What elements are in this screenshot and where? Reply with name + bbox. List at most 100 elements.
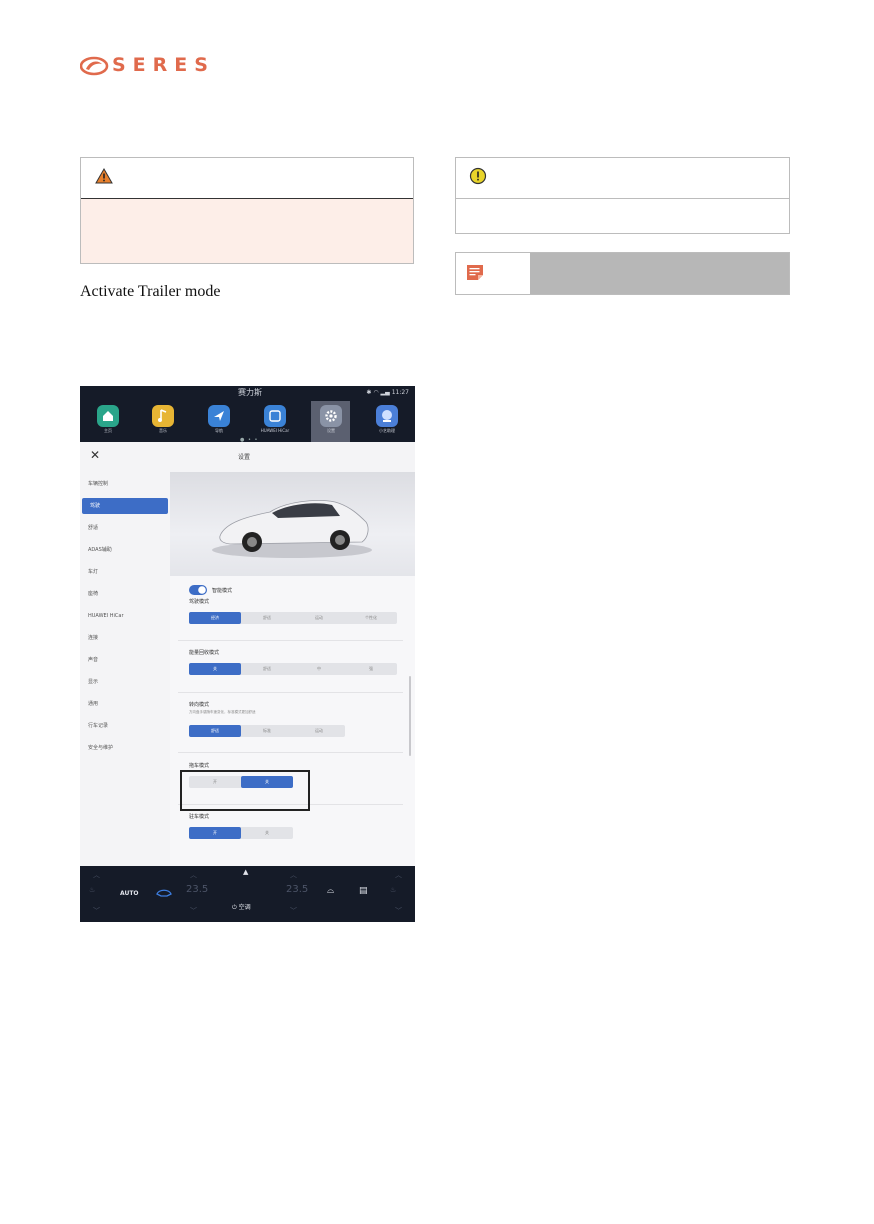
regen-mode-option[interactable]: 强	[345, 663, 397, 675]
regen-mode-label: 能量回收模式	[189, 650, 220, 656]
steering-mode-option[interactable]: 舒适	[189, 725, 241, 737]
car-illustration	[212, 500, 372, 558]
section-heading: Activate Trailer mode	[80, 283, 221, 300]
power-icon: ⏻	[232, 904, 237, 911]
drive-mode-option[interactable]: 个性化	[345, 612, 397, 624]
regen-mode-segmented: 关 舒适 中 强	[189, 663, 397, 675]
chevron-up-icon[interactable]: ︿	[290, 870, 297, 880]
chevron-down-icon[interactable]: ﹀	[93, 906, 100, 916]
toggle-label: 智能模式	[212, 588, 233, 594]
hold-mode-label: 驻车模式	[189, 814, 210, 820]
scrollbar[interactable]	[409, 676, 411, 756]
assistant-icon[interactable]	[376, 405, 398, 427]
hicar-icon[interactable]	[264, 405, 286, 427]
hold-mode-segmented: 开 关	[189, 827, 293, 839]
note-box	[455, 252, 790, 295]
sidebar-item[interactable]: 车灯	[80, 564, 168, 580]
sidebar-item[interactable]: 舒适	[80, 520, 168, 536]
settings-icon[interactable]	[320, 405, 342, 427]
hold-mode-option[interactable]: 关	[241, 827, 293, 839]
chevron-down-icon[interactable]: ﹀	[395, 906, 402, 916]
app-label-music: 音乐	[159, 428, 167, 433]
sidebar-item[interactable]: HUAWEI HiCar	[80, 608, 168, 624]
signal-icon: ▂▄	[380, 389, 390, 396]
temperature-left[interactable]: 23.5	[186, 884, 208, 895]
steering-mode-option[interactable]: 运动	[293, 725, 345, 737]
sidebar-item[interactable]: 行车记录	[80, 718, 168, 734]
sidebar-item[interactable]: 座椅	[80, 586, 168, 602]
caution-box	[455, 157, 790, 234]
chevron-up-icon[interactable]: ︿	[190, 870, 197, 880]
app-label-settings: 设置	[327, 428, 335, 433]
regen-mode-option[interactable]: 舒适	[241, 663, 293, 675]
seres-wordmark: SERES	[112, 54, 215, 76]
status-logo: 赛力斯	[238, 388, 262, 397]
drive-mode-option[interactable]: 运动	[293, 612, 345, 624]
sidebar-item-selected[interactable]: 驾驶	[82, 498, 168, 514]
app-label-hicar: HUAWEI HiCar	[260, 428, 290, 433]
regen-mode-option[interactable]: 中	[293, 663, 345, 675]
seat-heat-right-icon[interactable]: ♨	[390, 886, 396, 894]
sidebar-item[interactable]: ADAS辅助	[80, 542, 168, 558]
status-icons: ✱ ◠ ▂▄ 11:27	[366, 389, 409, 396]
bluetooth-icon: ✱	[366, 389, 372, 396]
trailer-mode-highlight-box	[180, 770, 310, 811]
regen-mode-option[interactable]: 关	[189, 663, 241, 675]
chevron-down-icon[interactable]: ﹀	[190, 906, 197, 916]
warning-box	[80, 157, 414, 264]
trailer-mode-label: 拖车模式	[189, 763, 210, 769]
vehicle-image	[170, 472, 415, 576]
chevron-up-icon[interactable]: ︿	[93, 870, 100, 880]
sidebar-item[interactable]: 通用	[80, 696, 168, 712]
drive-mode-option[interactable]: 舒适	[241, 612, 293, 624]
navigation-icon[interactable]	[208, 405, 230, 427]
steering-mode-option[interactable]: 标准	[241, 725, 293, 737]
sidebar-item[interactable]: 声音	[80, 652, 168, 668]
auto-label[interactable]: AUTO	[120, 890, 139, 897]
seat-heat-icon[interactable]: ♨	[89, 886, 95, 894]
drive-mode-segmented: 经济 舒适 运动 个性化	[189, 612, 397, 624]
close-icon[interactable]: ✕	[90, 448, 100, 462]
warning-box-body	[81, 199, 413, 263]
drive-mode-option[interactable]: 经济	[189, 612, 241, 624]
warning-triangle-icon	[95, 167, 113, 184]
music-icon[interactable]	[152, 405, 174, 427]
divider	[178, 692, 403, 693]
settings-title: 设置	[238, 454, 251, 461]
sidebar-item[interactable]: 车辆控制	[80, 476, 168, 492]
ac-label: 空调	[238, 904, 251, 911]
home-icon[interactable]	[97, 405, 119, 427]
caution-box-header	[456, 158, 789, 199]
ac-button[interactable]: ⏻ 空调	[232, 902, 251, 912]
note-icon	[467, 265, 483, 280]
caret-up-icon[interactable]: ▲	[243, 868, 248, 876]
climate-bar: ︿ ﹀ ♨ AUTO ︿ 23.5 ﹀ ▲ ⏻ 空调 ︿ 23.5 ﹀ ⌓ ▤ …	[80, 866, 415, 922]
note-box-header-bar	[530, 253, 789, 294]
temperature-right[interactable]: 23.5	[286, 884, 308, 895]
recirculation-icon[interactable]	[155, 888, 173, 898]
exclamation-circle-icon	[469, 167, 487, 185]
seres-logo: SERES	[80, 54, 246, 76]
settings-header: ✕ 设置	[80, 442, 415, 473]
toggle-switch[interactable]	[189, 585, 207, 595]
divider	[178, 640, 403, 641]
hold-mode-option[interactable]: 开	[189, 827, 241, 839]
sidebar-item[interactable]: 显示	[80, 674, 168, 690]
chevron-up-icon[interactable]: ︿	[395, 870, 402, 880]
divider	[178, 752, 403, 753]
app-label-navigation: 导航	[215, 428, 223, 433]
app-launcher-bar: 赛力斯 ✱ ◠ ▂▄ 11:27 主页 音乐 导航 HUAWEI HiCar 设…	[80, 386, 415, 443]
front-defrost-icon[interactable]: ⌓	[327, 886, 334, 896]
steering-mode-label: 转向模式	[189, 702, 210, 708]
sidebar-item[interactable]: 安全与维护	[80, 740, 168, 756]
chevron-down-icon[interactable]: ﹀	[290, 906, 297, 916]
app-label-assistant: 小艺助理	[379, 428, 395, 433]
warning-box-header	[81, 158, 413, 199]
app-label-home: 主页	[104, 428, 112, 433]
settings-screenshot: 赛力斯 ✱ ◠ ▂▄ 11:27 主页 音乐 导航 HUAWEI HiCar 设…	[80, 386, 415, 922]
wifi-icon: ◠	[373, 389, 379, 396]
rear-defrost-icon[interactable]: ▤	[359, 886, 368, 896]
sidebar-item[interactable]: 连接	[80, 630, 168, 646]
seres-logo-mark	[80, 56, 109, 76]
drive-mode-label: 驾驶模式	[189, 599, 210, 605]
